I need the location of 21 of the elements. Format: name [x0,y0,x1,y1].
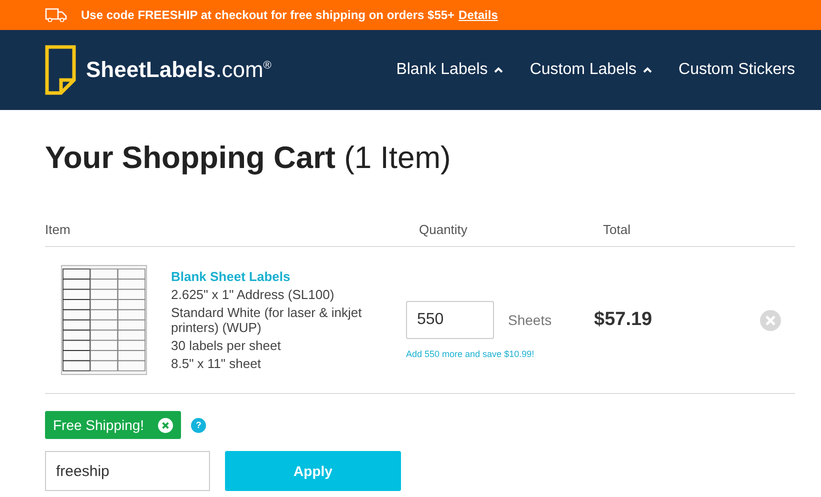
nav-link[interactable]: Custom Stickers [678,61,795,79]
logo-icon [45,45,76,95]
line-total: $57.19 [594,309,654,331]
close-icon[interactable] [158,418,174,432]
page-heading: Your Shopping Cart (1 Item) [45,140,452,176]
product-detail: 30 labels per sheet [171,338,282,353]
product-detail: 2.625" x 1" Address (SL100) [171,287,336,302]
column-header: Total [603,222,632,237]
nav-link[interactable]: Blank Labels [396,61,503,79]
truck-icon [45,8,67,22]
promo-text: Use code FREESHIP at checkout for free shipping on orders $55+ Details [81,8,498,22]
unit-label: Sheets [508,312,552,328]
column-header: Item [45,222,72,237]
product-detail: Standard White (for laser & inkjet printers) (WUP) [171,305,363,335]
applied-coupon-badge: Free Shipping! [45,411,182,439]
column-header: Quantity [419,222,468,237]
coupon-field[interactable]: freeship [45,451,210,491]
quantity-field[interactable]: 550 [406,301,494,339]
nav-link[interactable]: Custom Labels [530,61,652,79]
logo-text: SheetLabels.com$^{®}$ [86,57,272,83]
product-detail: 8.5" x 11" sheet [171,356,262,371]
